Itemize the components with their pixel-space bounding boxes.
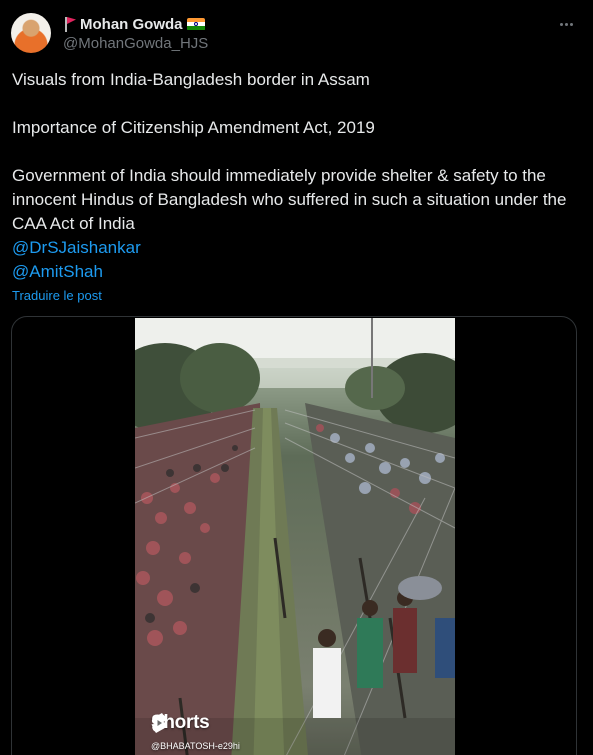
translate-post-link[interactable]: Traduire le post	[12, 288, 102, 304]
mention-link[interactable]: @DrSJaishankar	[12, 236, 141, 260]
shorts-icon	[151, 713, 167, 733]
more-horizontal-icon[interactable]	[552, 14, 580, 34]
video-player[interactable]: Shorts @BHABATOSH-e29hi	[135, 318, 455, 755]
author-display-name[interactable]: Mohan Gowda	[80, 16, 183, 33]
post-text-line-2: Importance of Citizenship Amendment Act,…	[12, 118, 375, 137]
video-frame-scene	[135, 318, 455, 755]
mention-link[interactable]: @AmitShah	[12, 260, 103, 284]
post-text-line-1: Visuals from India-Bangladesh border in …	[12, 70, 370, 89]
shorts-watermark: Shorts	[151, 712, 210, 734]
media-container: Shorts @BHABATOSH-e29hi	[11, 316, 577, 755]
author-name-row[interactable]: Mohan Gowda	[63, 14, 205, 34]
shorts-channel-handle: @BHABATOSH-e29hi	[151, 741, 240, 751]
post-text-line-3: Government of India should immediately p…	[12, 166, 567, 233]
red-flag-icon	[63, 16, 77, 32]
author-handle[interactable]: @MohanGowda_HJS	[63, 35, 208, 52]
india-flag-icon	[186, 17, 205, 31]
post-header: Mohan Gowda @MohanGowda_HJS	[0, 0, 593, 64]
avatar[interactable]	[11, 13, 51, 53]
